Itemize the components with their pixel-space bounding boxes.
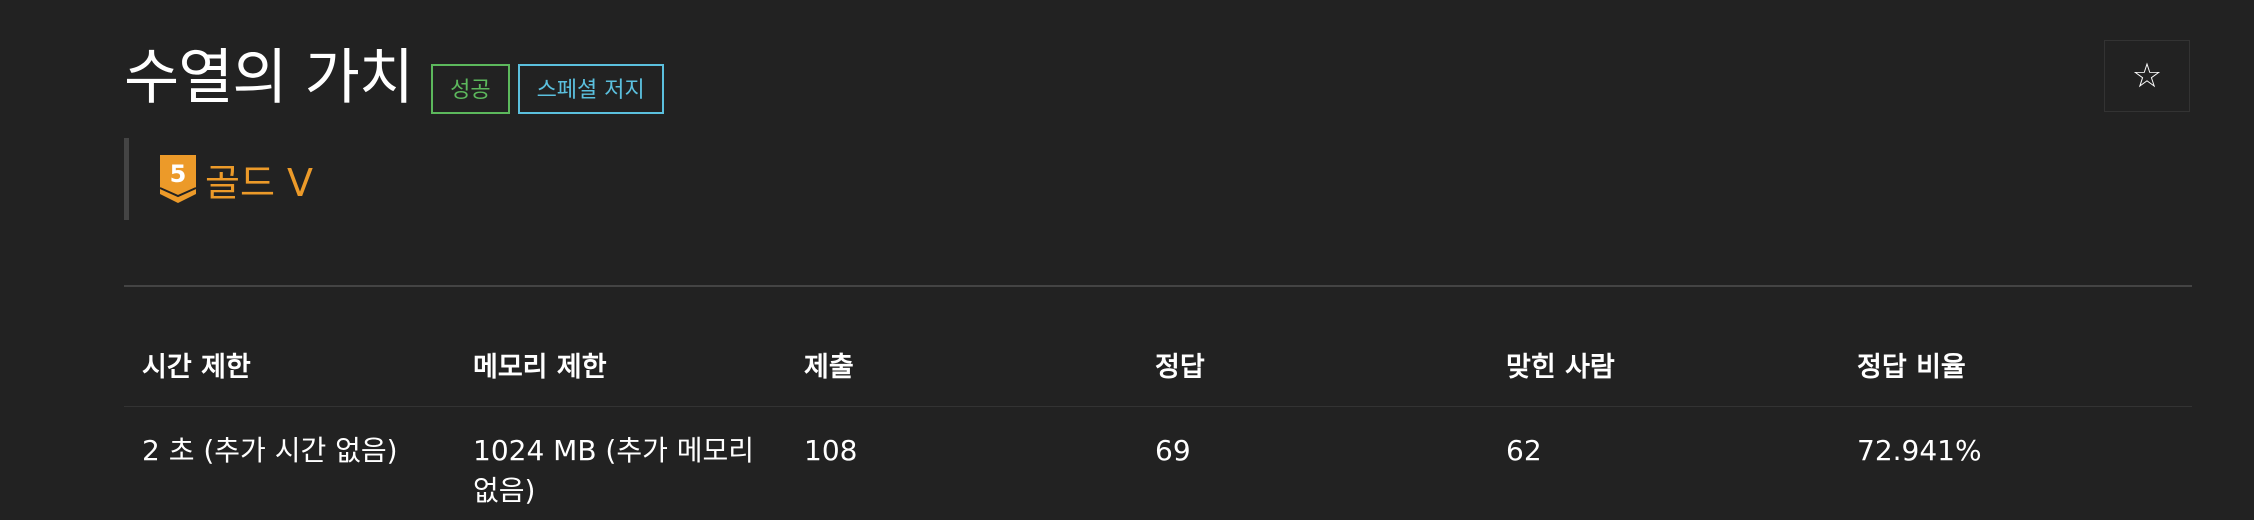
special-judge-badge[interactable]: 스페셜 저지: [517, 64, 664, 114]
value-time-limit: 2 초 (추가 시간 없음): [142, 434, 398, 467]
tier-label[interactable]: 골드 V: [205, 152, 313, 207]
header-time-limit: 시간 제한: [142, 352, 251, 383]
problem-info-table: 시간 제한 메모리 제한 제출 정답 맞힌 사람 정답 비율 2 초 (추가 시…: [124, 340, 2192, 511]
tier-gold-icon: 5: [159, 155, 197, 203]
value-accepted: 69: [1155, 434, 1191, 467]
header-divider: [124, 285, 2192, 287]
favorite-button[interactable]: ☆: [2104, 40, 2190, 112]
header-memory-limit: 메모리 제한: [473, 352, 607, 383]
problem-page: 수열의 가치 성공 스페셜 저지 5 골드 V 시간 제한 메모리 제한 제출 …: [0, 0, 2254, 520]
value-memory-limit-text: 1024 MB (추가 메모리 없음): [473, 434, 755, 507]
header-solved-users: 맞힌 사람: [1506, 352, 1615, 383]
problem-title: 수열의 가치: [124, 43, 414, 113]
header-accepted: 정답: [1155, 352, 1205, 383]
title-row: 수열의 가치 성공 스페셜 저지: [124, 38, 664, 124]
value-memory-limit: 1024 MB (추가 메모리 없음): [455, 407, 786, 511]
table-header-row: 시간 제한 메모리 제한 제출 정답 맞힌 사람 정답 비율: [124, 340, 2192, 407]
header-accept-ratio: 정답 비율: [1857, 352, 1966, 383]
status-badge-success: 성공: [431, 64, 510, 114]
tier-block: 5 골드 V: [124, 138, 313, 220]
star-icon: ☆: [2131, 56, 2163, 96]
tier-level-text: 5: [170, 160, 187, 188]
table-row: 2 초 (추가 시간 없음) 1024 MB (추가 메모리 없음) 108 6…: [124, 407, 2192, 511]
value-solved-users[interactable]: 62: [1488, 407, 1839, 511]
value-accept-ratio: 72.941%: [1857, 434, 1982, 467]
header-submissions: 제출: [804, 352, 854, 383]
value-submissions[interactable]: 108: [786, 407, 1137, 511]
